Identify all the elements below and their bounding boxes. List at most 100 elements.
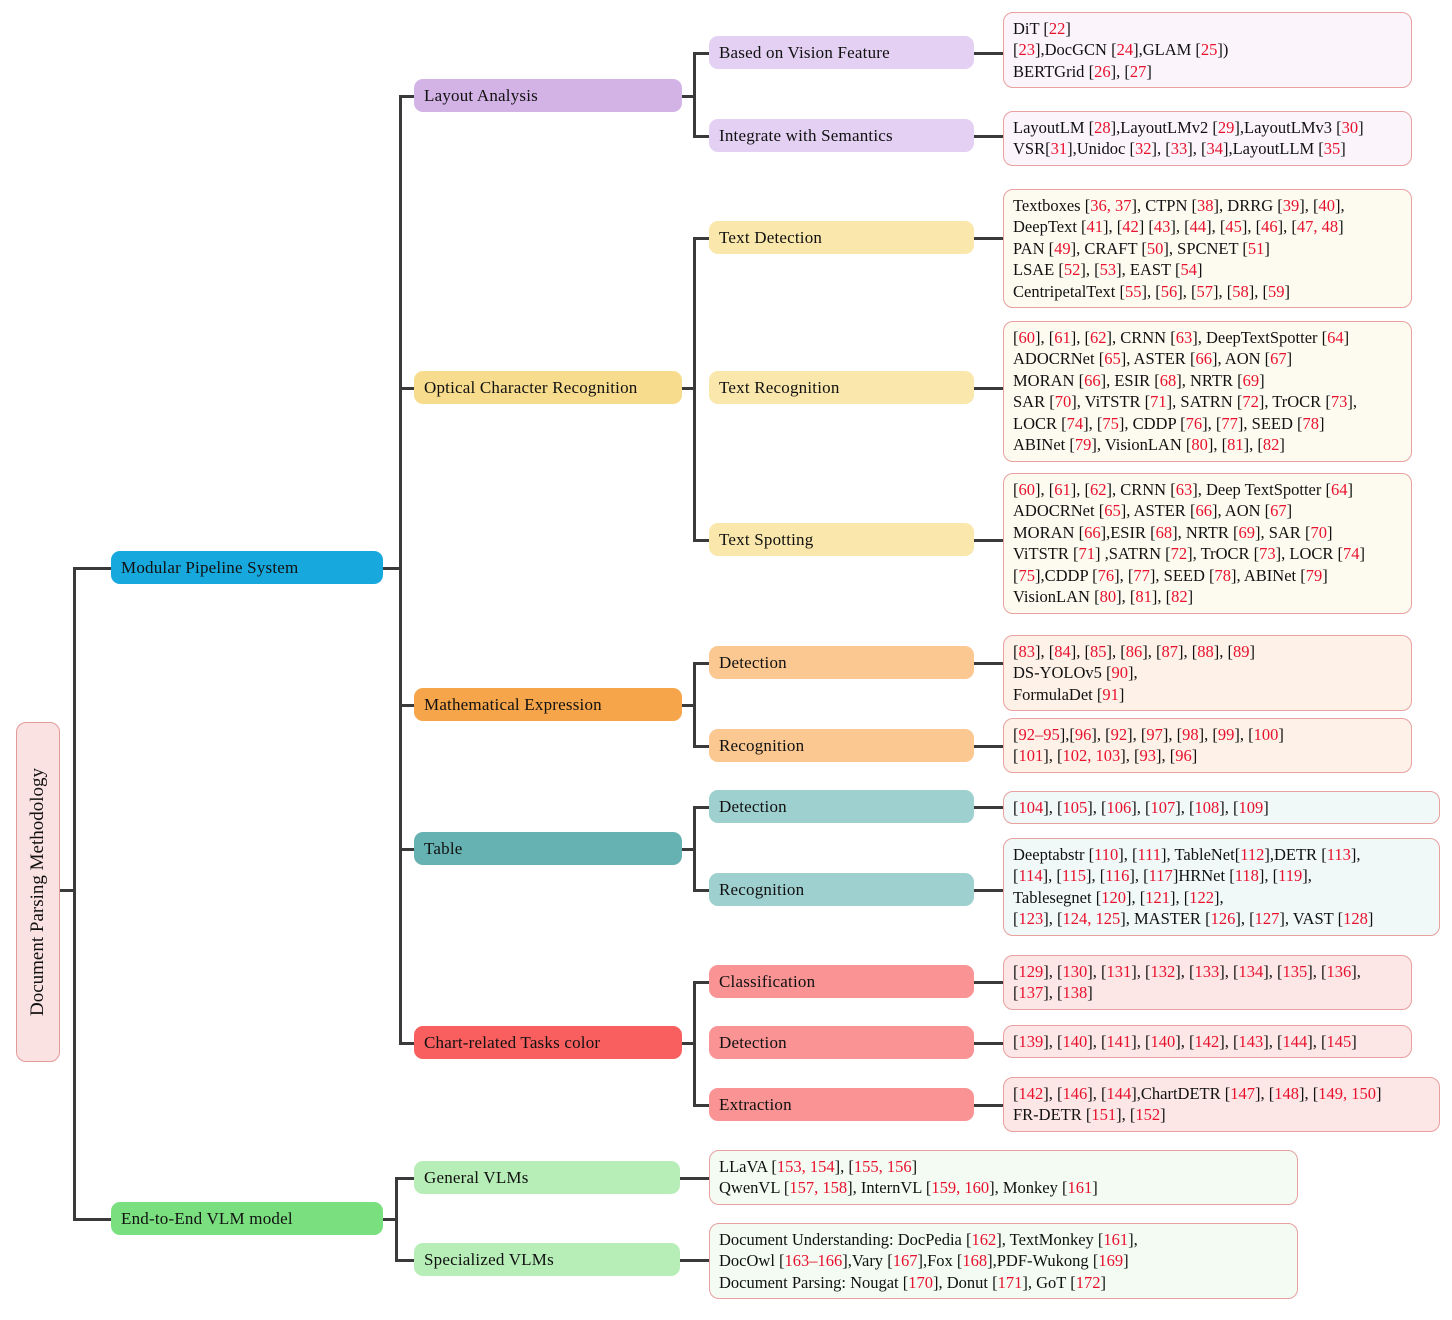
category-general-vlms[interactable]: General VLMs xyxy=(414,1161,680,1194)
leafbox-line: MORAN [66],ESIR [68], NRTR [69], SAR [70… xyxy=(1013,522,1333,542)
leafbox-line: LOCR [74], [75], CDDP [76], [77], SEED [… xyxy=(1013,413,1325,433)
category-layout-label: Layout Analysis xyxy=(424,85,538,105)
citation-ref: 60 xyxy=(1018,480,1036,499)
edge-general-to-leaf xyxy=(679,1177,709,1180)
citation-ref: 38 xyxy=(1197,196,1214,215)
citation-ref: 70 xyxy=(1054,392,1072,412)
edge-chart-spine xyxy=(693,982,696,1106)
leafbox-line: ADOCRNet [65], ASTER [66], AON [67] xyxy=(1013,501,1293,521)
leafbox-table-detection: [104], [105], [106], [107], [108], [109] xyxy=(1003,791,1440,825)
subcategory-math-recognition[interactable]: Recognition xyxy=(709,729,974,762)
citation-ref: 99 xyxy=(1217,725,1235,744)
subcategory-text-recognition[interactable]: Text Recognition xyxy=(709,371,974,404)
citation-ref: 62 xyxy=(1090,328,1107,347)
citation-ref: 148 xyxy=(1274,1084,1299,1103)
category-math-label: Mathematical Expression xyxy=(424,694,602,714)
citation-ref: 24 xyxy=(1116,40,1134,60)
citation-ref: 66 xyxy=(1084,370,1101,390)
citation-ref: 71 xyxy=(1150,392,1167,412)
category-table[interactable]: Table xyxy=(414,832,682,865)
citation-ref: 91 xyxy=(1102,684,1119,704)
subcategory-chart-detection[interactable]: Detection xyxy=(709,1026,974,1059)
citation-ref: 61 xyxy=(1054,328,1071,347)
citation-ref: 134 xyxy=(1238,962,1264,981)
citation-ref: 78 xyxy=(1214,565,1232,585)
leafbox-math-recognition: [92–95],[96], [92], [97], [98], [99], [1… xyxy=(1003,718,1412,773)
leafbox-line: DocOwl [163–166],Vary [167],Fox [168],PD… xyxy=(719,1251,1129,1271)
citation-ref: 66 xyxy=(1195,501,1212,521)
citation-ref: 139 xyxy=(1018,1032,1044,1051)
citation-ref: 67 xyxy=(1270,501,1287,521)
citation-ref: 78 xyxy=(1302,413,1320,433)
citation-ref: 161 xyxy=(1103,1230,1129,1249)
leafbox-line: [129], [130], [131], [132], [133], [134]… xyxy=(1013,962,1361,981)
leafbox-line: FormulaDet [91] xyxy=(1013,684,1125,704)
subcategory-math-detection[interactable]: Detection xyxy=(709,646,974,679)
citation-ref: 144 xyxy=(1282,1032,1308,1051)
leafbox-text-recognition: [60], [61], [62], CRNN [63], DeepTextSpo… xyxy=(1003,321,1412,462)
category-optical-character-recognition[interactable]: Optical Character Recognition xyxy=(414,371,682,404)
branch-end-to-end-vlm-model[interactable]: End-to-End VLM model xyxy=(111,1202,383,1235)
citation-ref: 143 xyxy=(1238,1032,1264,1051)
subcategory-chart-classification[interactable]: Classification xyxy=(709,965,974,998)
citation-ref: 41 xyxy=(1086,217,1104,237)
leafbox-line: [123], [124, 125], MASTER [126], [127], … xyxy=(1013,909,1374,929)
citation-ref: 75 xyxy=(1018,565,1036,585)
citation-ref: 28 xyxy=(1094,118,1111,137)
leafbox-line: PAN [49], CRAFT [50], SPCNET [51] xyxy=(1013,238,1270,258)
citation-ref: 86 xyxy=(1125,642,1143,661)
citation-ref: 81 xyxy=(1135,587,1152,607)
citation-ref: 64 xyxy=(1330,480,1348,499)
edge-ocr-to-detection xyxy=(693,237,709,240)
subcategory-text-detection-label: Text Detection xyxy=(719,227,823,247)
citation-ref: 92 xyxy=(1110,725,1128,744)
citation-ref: 90 xyxy=(1111,663,1129,683)
leafbox-line: ABINet [79], VisionLAN [80], [81], [82] xyxy=(1013,435,1285,455)
citation-ref: 64 xyxy=(1327,328,1344,347)
leafbox-line: [23],DocGCN [24],GLAM [25]) xyxy=(1013,40,1229,60)
subcategory-chart-extraction[interactable]: Extraction xyxy=(709,1088,974,1121)
leafbox-line: [92–95],[96], [92], [97], [98], [99], [1… xyxy=(1013,725,1284,744)
edge-math-spine xyxy=(693,663,696,746)
category-specialized-vlms[interactable]: Specialized VLMs xyxy=(414,1243,680,1276)
citation-ref: 145 xyxy=(1326,1032,1352,1051)
leafbox-line: Document Parsing: Nougat [170], Donut [1… xyxy=(719,1272,1106,1292)
citation-ref: 85 xyxy=(1090,642,1107,661)
subcategory-table-detection[interactable]: Detection xyxy=(709,790,974,823)
citation-ref: 55 xyxy=(1125,281,1142,301)
subcategory-text-detection[interactable]: Text Detection xyxy=(709,221,974,254)
subcategory-based-on-vision-feature[interactable]: Based on Vision Feature xyxy=(709,36,974,69)
citation-ref: 22 xyxy=(1048,19,1066,38)
root-node-document-parsing-methodology[interactable]: Document Parsing Methodology xyxy=(16,722,60,1062)
subcategory-integrate-with-semantics[interactable]: Integrate with Semantics xyxy=(709,119,974,152)
edge-math-to-detection xyxy=(693,662,709,665)
category-layout-analysis[interactable]: Layout Analysis xyxy=(414,79,682,112)
citation-ref: 79 xyxy=(1305,565,1323,585)
category-chart-related-tasks[interactable]: Chart-related Tasks color xyxy=(414,1026,682,1059)
edge-chart-to-extraction xyxy=(693,1104,709,1107)
category-mathematical-expression[interactable]: Mathematical Expression xyxy=(414,688,682,721)
citation-ref: 40 xyxy=(1318,196,1336,215)
leafbox-line: [114], [115], [116], [117]HRNet [118], [… xyxy=(1013,866,1312,886)
citation-ref: 87 xyxy=(1161,642,1179,661)
citation-ref: 101 xyxy=(1018,746,1044,766)
citation-ref: 113 xyxy=(1326,845,1351,864)
edge-modular-to-layout xyxy=(399,95,415,98)
citation-ref: 63 xyxy=(1175,480,1193,499)
citation-ref: 118 xyxy=(1234,866,1259,886)
branch-vlm-label: End-to-End VLM model xyxy=(121,1208,293,1228)
citation-ref: 96 xyxy=(1074,725,1092,744)
branch-modular-pipeline-system[interactable]: Modular Pipeline System xyxy=(111,551,383,584)
edge-chart-to-classification xyxy=(693,981,709,984)
edge-chartext-to-leaf xyxy=(973,1104,1003,1107)
leafbox-math-detection: [83], [84], [85], [86], [87], [88], [89]… xyxy=(1003,635,1412,712)
taxonomy-diagram: Document Parsing Methodology Modular Pip… xyxy=(0,0,1452,1320)
edge-chartdet-to-leaf xyxy=(973,1042,1003,1045)
citation-ref: 53 xyxy=(1099,260,1117,280)
subcategory-text-spotting[interactable]: Text Spotting xyxy=(709,523,974,556)
subcategory-table-recognition[interactable]: Recognition xyxy=(709,873,974,906)
leafbox-line: VSR[31],Unidoc [32], [33], [34],LayoutLL… xyxy=(1013,139,1346,159)
leafbox-line: LayoutLM [28],LayoutLMv2 [29],LayoutLMv3… xyxy=(1013,118,1364,137)
citation-ref: 138 xyxy=(1062,983,1088,1003)
citation-ref: 84 xyxy=(1054,642,1071,661)
